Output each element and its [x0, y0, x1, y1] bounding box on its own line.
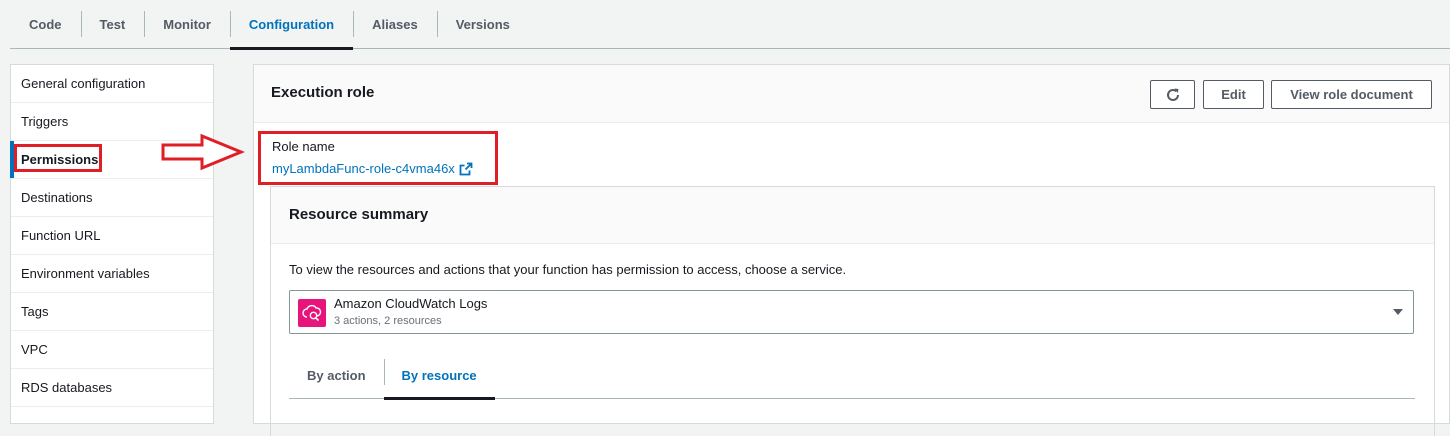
tab-configuration[interactable]: Configuration: [229, 0, 354, 50]
cloudwatch-logs-icon: [298, 299, 326, 327]
sidebar-item-function-url[interactable]: Function URL: [11, 217, 213, 255]
resource-summary-header: Resource summary: [271, 187, 1434, 244]
resource-summary-description: To view the resources and actions that y…: [289, 262, 847, 277]
caret-down-icon: [1393, 309, 1403, 315]
role-name-highlight-box: [258, 131, 498, 185]
sidebar-item-vpc[interactable]: VPC: [11, 331, 213, 369]
edit-button[interactable]: Edit: [1203, 80, 1264, 109]
permissions-highlight-box: [14, 144, 102, 172]
tab-aliases[interactable]: Aliases: [353, 0, 437, 48]
sidebar-item-general-configuration[interactable]: General configuration: [11, 65, 213, 103]
tab-by-resource[interactable]: By resource: [383, 352, 495, 400]
sidebar-item-rds-databases[interactable]: RDS databases: [11, 369, 213, 407]
service-detail: 3 actions, 2 resources: [334, 315, 442, 327]
service-name: Amazon CloudWatch Logs: [334, 296, 488, 311]
tab-monitor[interactable]: Monitor: [144, 0, 230, 48]
execution-role-panel: Execution role Edit View role document R…: [253, 64, 1450, 436]
sidebar-item-destinations[interactable]: Destinations: [11, 179, 213, 217]
configuration-sidebar: General configuration Triggers Permissio…: [10, 64, 214, 424]
tab-code[interactable]: Code: [10, 0, 81, 48]
top-tabs: Code Test Monitor Configuration Aliases …: [10, 0, 1450, 50]
panel-header: Execution role Edit View role document: [254, 65, 1449, 123]
tab-versions[interactable]: Versions: [436, 0, 529, 48]
annotation-arrow-icon: [161, 133, 245, 171]
panel-title: Execution role: [271, 84, 375, 101]
sidebar-item-environment-variables[interactable]: Environment variables: [11, 255, 213, 293]
tab-test[interactable]: Test: [80, 0, 145, 48]
resource-summary-container: Resource summary To view the resources a…: [270, 186, 1435, 436]
view-role-document-button[interactable]: View role document: [1271, 80, 1432, 109]
resource-summary-title: Resource summary: [289, 206, 429, 223]
sidebar-item-tags[interactable]: Tags: [11, 293, 213, 331]
refresh-button[interactable]: [1150, 80, 1195, 109]
resource-subtabs: By action By resource: [289, 352, 1415, 400]
refresh-icon: [1166, 88, 1179, 101]
service-select[interactable]: Amazon CloudWatch Logs 3 actions, 2 reso…: [289, 290, 1414, 334]
tab-by-action[interactable]: By action: [289, 352, 384, 398]
